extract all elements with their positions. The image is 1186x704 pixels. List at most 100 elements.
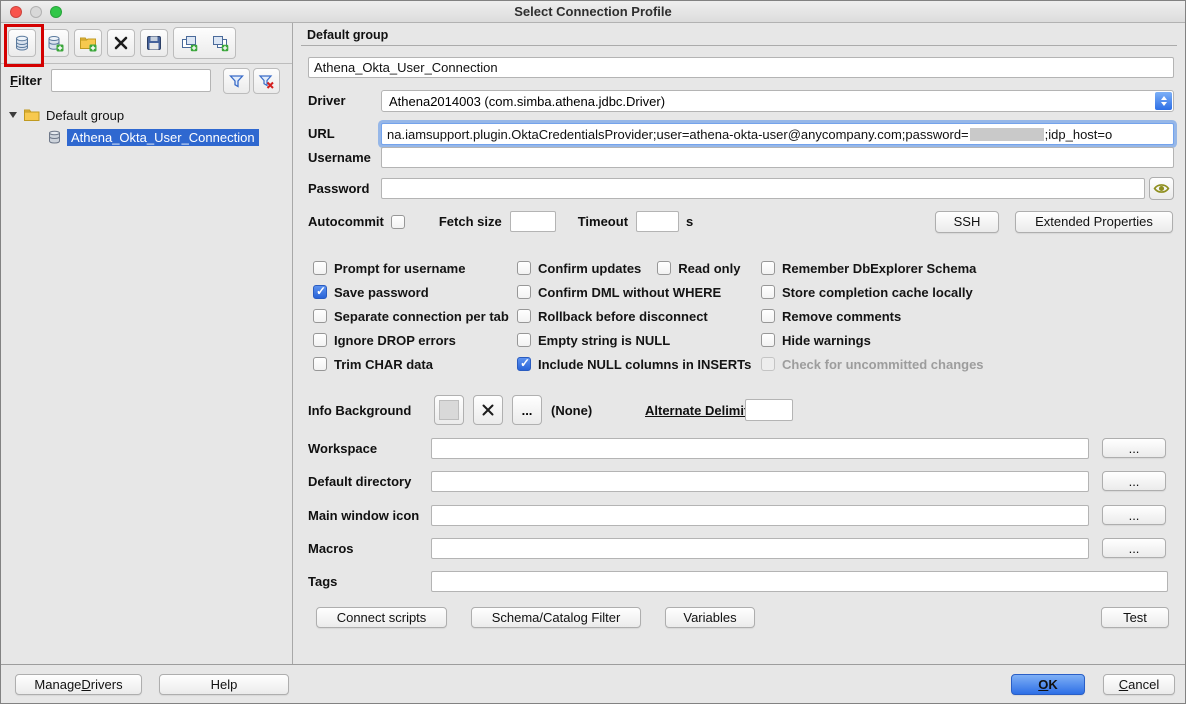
username-label: Username [308, 150, 371, 165]
workspace-input[interactable] [431, 438, 1089, 459]
option-save-password[interactable]: Save password [313, 280, 509, 304]
option-remove-comments[interactable]: Remove comments [761, 304, 984, 328]
help-button[interactable]: Help [159, 674, 289, 695]
new-group-button[interactable] [74, 29, 102, 57]
option-store-completion-cache-locally[interactable]: Store completion cache locally [761, 280, 984, 304]
option-remember-dbexplorer-schema[interactable]: Remember DbExplorer Schema [761, 256, 984, 280]
redacted-password-block [970, 128, 1044, 141]
default-directory-browse-button[interactable]: ... [1102, 471, 1166, 491]
alternate-delimiter-input[interactable] [745, 399, 793, 421]
ssh-button[interactable]: SSH [935, 211, 999, 233]
pick-info-background-button[interactable]: ... [512, 395, 542, 425]
tree-group-default[interactable]: Default group [1, 104, 292, 126]
info-background-label: Info Background [308, 403, 411, 418]
options-column-1: Prompt for username Save password Separa… [313, 256, 509, 376]
option-separate-connection-per-tab[interactable]: Separate connection per tab [313, 304, 509, 328]
url-input[interactable]: na.iamsupport.plugin.OktaCredentialsProv… [381, 123, 1174, 145]
panes-copy-plus-icon [211, 34, 229, 52]
delete-profile-button[interactable] [107, 29, 135, 57]
main-window-icon-row: Main window icon ... [293, 505, 1185, 537]
filter-funnel-icon [228, 73, 245, 90]
dialog-button-bar: Manage Drivers Help OK Cancel [1, 664, 1185, 703]
disclosure-triangle-icon[interactable] [9, 112, 17, 118]
workspace-browse-button[interactable]: ... [1102, 438, 1166, 458]
workspace-label: Workspace [308, 441, 377, 456]
option-trim-char-data[interactable]: Trim CHAR data [313, 352, 509, 376]
checkbox-icon [657, 261, 671, 275]
default-directory-input[interactable] [431, 471, 1089, 492]
username-input[interactable] [381, 147, 1174, 168]
tags-label: Tags [308, 574, 337, 589]
tags-input[interactable] [431, 571, 1168, 592]
save-profiles-button[interactable] [140, 29, 168, 57]
variables-button[interactable]: Variables [665, 607, 755, 628]
macros-input[interactable] [431, 538, 1089, 559]
new-profile-window-button[interactable] [175, 29, 203, 57]
copy-profile-button[interactable] [41, 29, 69, 57]
url-label: URL [308, 126, 335, 141]
fetch-size-input[interactable] [510, 211, 556, 232]
checkbox-icon [313, 285, 327, 299]
connect-scripts-button[interactable]: Connect scripts [316, 607, 447, 628]
profile-name-input[interactable]: Athena_Okta_User_Connection [308, 57, 1174, 78]
clear-filter-funnel-icon [258, 73, 275, 90]
option-confirm-updates[interactable]: Confirm updates [517, 256, 641, 280]
option-rollback-before-disconnect[interactable]: Rollback before disconnect [517, 304, 751, 328]
ok-button[interactable]: OK [1011, 674, 1085, 695]
clear-filter-button[interactable] [253, 68, 280, 94]
driver-select[interactable]: Athena2014003 (com.simba.athena.jdbc.Dri… [381, 90, 1174, 112]
close-window-button[interactable] [10, 6, 22, 18]
combo-stepper-icon [1155, 92, 1172, 110]
header-divider [301, 45, 1177, 46]
alternate-delimiter-label: Alternate Delimiter [645, 403, 761, 418]
main-window-icon-input[interactable] [431, 505, 1089, 526]
macros-row: Macros ... [293, 538, 1185, 570]
checkbox-icon [313, 309, 327, 323]
zoom-window-button[interactable] [50, 6, 62, 18]
cancel-button[interactable]: Cancel [1103, 674, 1175, 695]
default-directory-row: Default directory ... [293, 471, 1185, 503]
select-connection-profile-dialog: Select Connection Profile [0, 0, 1186, 704]
option-prompt-for-username[interactable]: Prompt for username [313, 256, 509, 280]
profile-tree-panel: Filter Default group [1, 23, 293, 664]
option-read-only[interactable]: Read only [657, 256, 740, 280]
show-password-button[interactable] [1149, 177, 1174, 200]
option-confirm-dml-without-where[interactable]: Confirm DML without WHERE [517, 280, 751, 304]
filter-input[interactable] [51, 69, 211, 92]
new-folder-icon [79, 34, 97, 52]
connection-label: Athena_Okta_User_Connection [67, 129, 259, 146]
default-directory-label: Default directory [308, 474, 411, 489]
password-input[interactable] [381, 178, 1145, 199]
schema-catalog-filter-button[interactable]: Schema/Catalog Filter [471, 607, 641, 628]
main-window-icon-browse-button[interactable]: ... [1102, 505, 1166, 525]
timeout-unit-label: s [686, 214, 693, 229]
database-icon [13, 34, 31, 52]
tree-connection-item[interactable]: Athena_Okta_User_Connection [1, 126, 292, 148]
title-bar[interactable]: Select Connection Profile [1, 1, 1185, 23]
save-floppy-icon [145, 34, 163, 52]
test-button[interactable]: Test [1101, 607, 1169, 628]
apply-filter-button[interactable] [223, 68, 250, 94]
options-checkbox-grid: Prompt for username Save password Separa… [293, 256, 1185, 381]
option-ignore-drop-errors[interactable]: Ignore DROP errors [313, 328, 509, 352]
option-hide-warnings[interactable]: Hide warnings [761, 328, 984, 352]
clear-x-icon [481, 403, 495, 417]
main-window-icon-label: Main window icon [308, 508, 419, 523]
autocommit-checkbox[interactable] [391, 215, 405, 229]
new-profile-button[interactable] [8, 29, 36, 57]
option-check-for-uncommitted-changes: Check for uncommitted changes [761, 352, 984, 376]
timeout-input[interactable] [636, 211, 679, 232]
checkbox-icon [517, 357, 531, 371]
clear-info-background-button[interactable] [473, 395, 503, 425]
copy-profile-window-button[interactable] [206, 29, 234, 57]
extended-properties-button[interactable]: Extended Properties [1015, 211, 1173, 233]
checkbox-icon [313, 261, 327, 275]
info-background-color-swatch[interactable] [434, 395, 464, 425]
macros-browse-button[interactable]: ... [1102, 538, 1166, 558]
option-include-null-columns-in-inserts[interactable]: Include NULL columns in INSERTs [517, 352, 751, 376]
option-empty-string-is-null[interactable]: Empty string is NULL [517, 328, 751, 352]
minimize-window-button[interactable] [30, 6, 42, 18]
checkbox-icon [761, 309, 775, 323]
manage-drivers-button[interactable]: Manage Drivers [15, 674, 142, 695]
profile-editor-panel: Default group Athena_Okta_User_Connectio… [293, 23, 1185, 664]
